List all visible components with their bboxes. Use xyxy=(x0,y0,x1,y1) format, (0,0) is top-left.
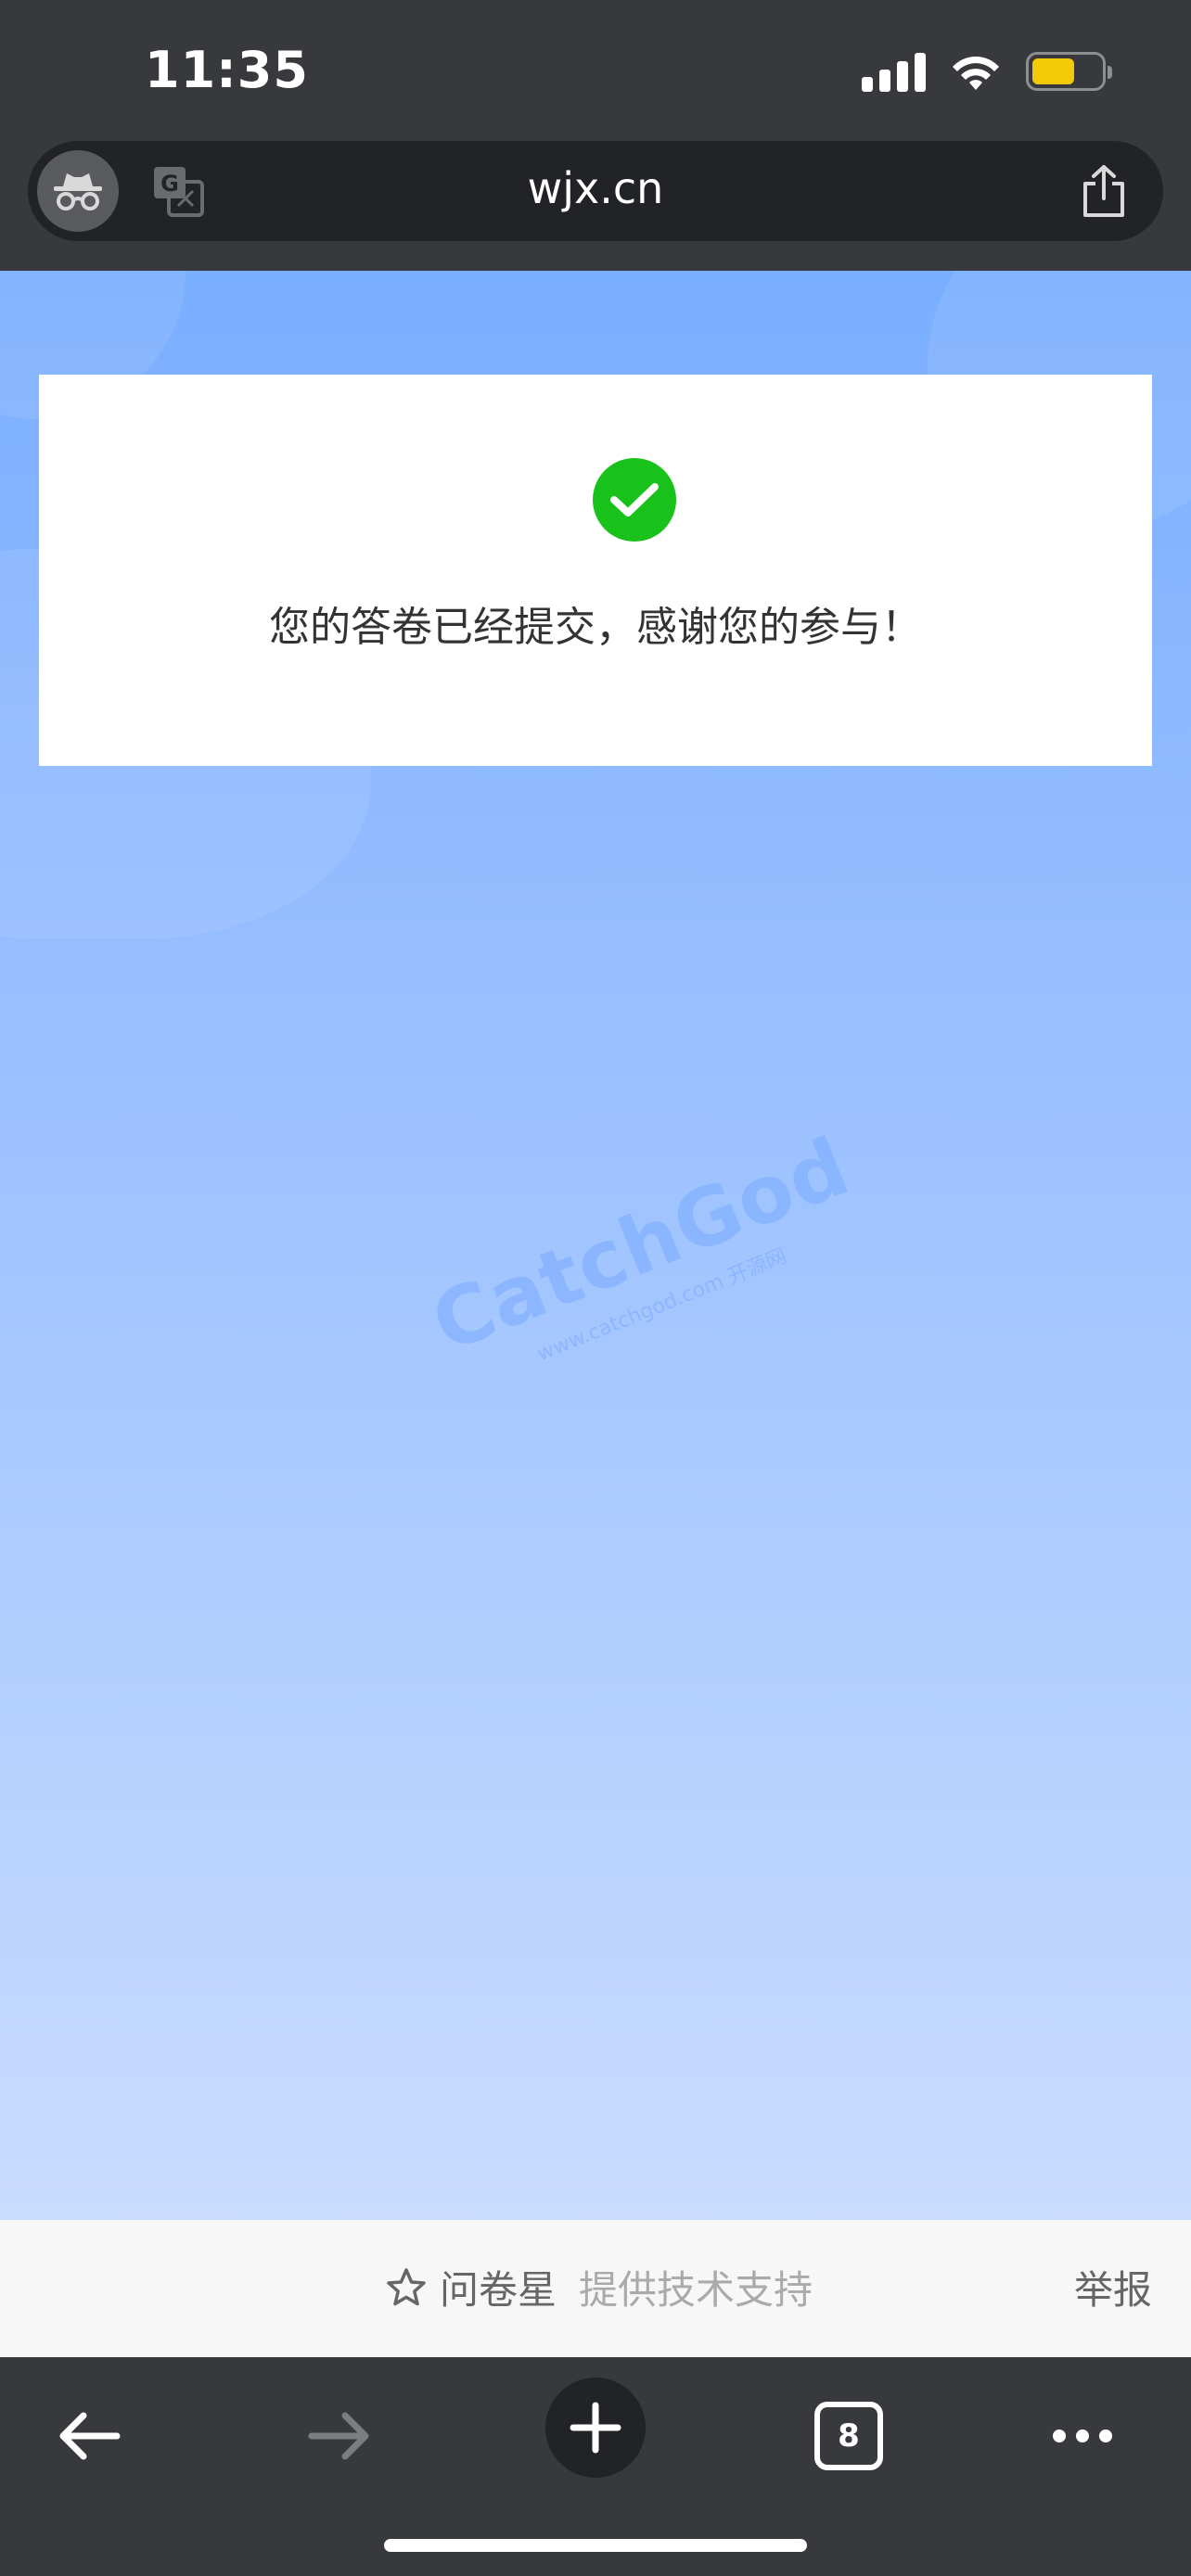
wifi-icon xyxy=(953,57,999,90)
footer-brand-name[interactable]: 问卷星 xyxy=(440,2259,557,2315)
star-icon xyxy=(384,2265,429,2310)
arrow-right-icon xyxy=(308,2412,369,2460)
tabs-button[interactable]: 8 xyxy=(814,2402,883,2470)
more-menu-button[interactable] xyxy=(1041,2394,1124,2478)
cellular-signal-icon xyxy=(862,51,926,92)
check-icon xyxy=(610,483,659,516)
page-content: 您的答卷已经提交，感谢您的参与！ CatchGod www.catchgod.c… xyxy=(0,271,1191,2220)
battery-icon xyxy=(1026,52,1112,91)
new-tab-button[interactable] xyxy=(545,2378,646,2478)
status-time: 11:35 xyxy=(145,41,309,99)
success-badge xyxy=(593,458,676,542)
page-footer: 问卷星 提供技术支持 举报 xyxy=(0,2220,1191,2357)
tab-count: 8 xyxy=(838,2417,860,2455)
forward-button[interactable] xyxy=(299,2394,382,2478)
browser-top-bar: 11:35 G wjx.cn xyxy=(0,0,1191,271)
report-link[interactable]: 举报 xyxy=(1074,2259,1152,2315)
confirmation-message: 您的答卷已经提交，感谢您的参与！ xyxy=(269,604,922,651)
arrow-left-icon xyxy=(59,2412,121,2460)
share-button[interactable] xyxy=(1070,158,1137,224)
watermark: CatchGod www.catchgod.com 开源网 xyxy=(420,1120,874,1398)
status-icons xyxy=(862,48,1112,95)
footer-brand-tagline: 提供技术支持 xyxy=(579,2267,813,2313)
plus-icon xyxy=(570,2402,621,2454)
share-icon xyxy=(1083,165,1124,217)
footer-brand[interactable]: 问卷星 提供技术支持 xyxy=(384,2259,813,2315)
more-icon xyxy=(1053,2429,1112,2442)
back-button[interactable] xyxy=(46,2394,130,2478)
home-indicator[interactable] xyxy=(384,2539,807,2552)
screen: 11:35 G wjx.cn 您的答卷已经提交，感谢您的参与！ CatchGod… xyxy=(0,0,1191,2576)
url-text[interactable]: wjx.cn xyxy=(28,163,1163,213)
address-bar[interactable]: G wjx.cn xyxy=(28,141,1163,241)
confirmation-card: 您的答卷已经提交，感谢您的参与！ xyxy=(39,375,1152,766)
